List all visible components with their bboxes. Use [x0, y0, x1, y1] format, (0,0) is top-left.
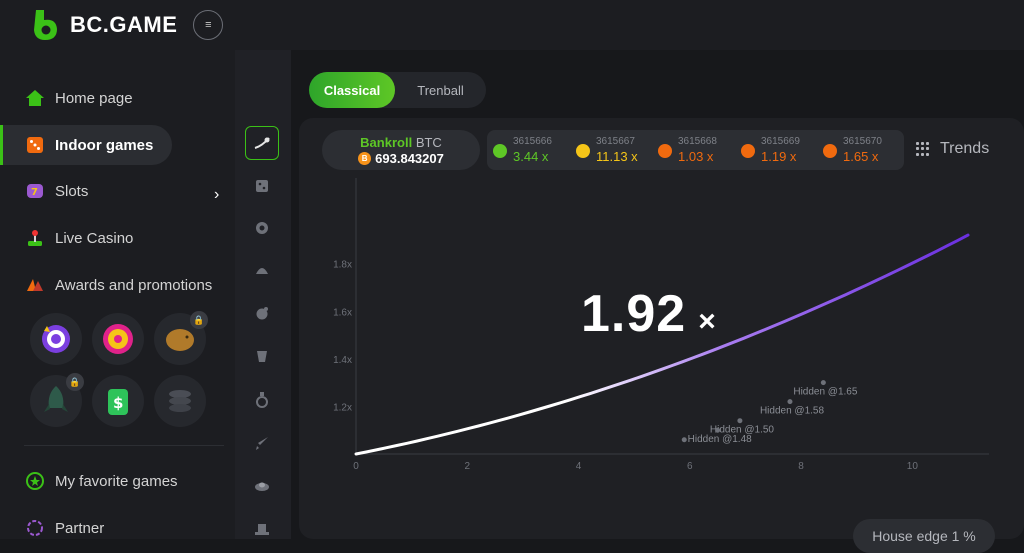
main-content: Classical Trenball Bankroll BTC B 693.84…: [291, 50, 1024, 553]
ufo-icon[interactable]: [245, 469, 279, 503]
hat-icon[interactable]: [245, 512, 279, 546]
house-edge-button[interactable]: House edge 1 %: [853, 519, 995, 553]
ring-icon[interactable]: [245, 383, 279, 417]
sidebar-item-awards[interactable]: Awards and promotions: [0, 265, 230, 305]
tab-classical[interactable]: Classical: [309, 72, 395, 108]
logo-icon: [34, 10, 57, 40]
coin-stack-icon: [169, 390, 191, 412]
logo[interactable]: BC.GAME: [30, 8, 177, 42]
y-tick-label: 1.8x: [333, 260, 352, 271]
crash-game-panel: Bankroll BTC B 693.843207 3615666 3.44 x…: [299, 118, 1024, 553]
hidden-marker-dot: [715, 427, 721, 433]
dice-icon: [24, 134, 46, 156]
sidebar-item-home[interactable]: Home page: [0, 78, 230, 118]
sidebar-item-label: Home page: [55, 89, 133, 107]
hidden-marker-label: Hidden @1.58: [760, 406, 825, 417]
hidden-marker-dot: [737, 418, 743, 424]
gift-icon: [24, 274, 46, 296]
sidebar-item-label: My favorite games: [55, 472, 178, 490]
svg-text:$: $: [113, 394, 123, 412]
current-multiplier: 1.92 ×: [581, 284, 717, 344]
sidebar-item-label: Slots: [55, 182, 89, 200]
tower-icon[interactable]: [245, 339, 279, 373]
joystick-icon: [24, 227, 46, 249]
dice-game-icon[interactable]: [245, 169, 279, 203]
sidebar-item-slots[interactable]: 7 Slots: [0, 171, 230, 211]
sidebar-item-label: Partner: [55, 519, 105, 537]
multiplier-suffix: ×: [698, 305, 717, 338]
hidden-marker-label: Hidden @1.65: [793, 387, 858, 398]
y-tick-label: 1.2x: [333, 402, 352, 413]
sidebar-item-favorites[interactable]: My favorite games: [0, 461, 230, 501]
sidebar-item-label: Live Casino: [55, 229, 134, 247]
slots-icon: 7: [24, 180, 46, 202]
promo-rocket[interactable]: 🔒: [30, 373, 84, 427]
mode-tabs: Classical Trenball: [309, 72, 486, 108]
promo-piggy[interactable]: 🔒: [154, 311, 208, 365]
hidden-marker-dot: [820, 380, 826, 386]
x-tick-label: 8: [798, 461, 804, 472]
piggy-bank-icon: [166, 329, 194, 351]
sidebar-item-live-casino[interactable]: Live Casino: [0, 218, 230, 258]
crash-icon[interactable]: [245, 126, 279, 160]
sword-icon[interactable]: [245, 426, 279, 460]
logo-text: BC.GAME: [70, 12, 178, 37]
home-icon: [24, 87, 46, 109]
sidebar-item-label: Indoor games: [55, 136, 154, 154]
menu-button[interactable]: ≡: [193, 10, 224, 40]
sidebar: Home page Indoor games › 7 Slots Live Ca…: [0, 50, 235, 539]
x-tick-label: 2: [464, 461, 470, 472]
sidebar-item-label: Awards and promotions: [55, 276, 213, 294]
hidden-marker-dot: [787, 399, 793, 405]
lock-icon: 🔒: [190, 311, 208, 329]
roulette-icon[interactable]: [245, 211, 279, 245]
promo-spin[interactable]: [30, 313, 82, 365]
sidebar-item-indoor-games[interactable]: Indoor games: [0, 125, 172, 165]
sidebar-item-partner[interactable]: Partner: [0, 508, 230, 548]
star-icon: [24, 470, 46, 492]
game-rail: [235, 50, 291, 539]
partner-icon: [24, 517, 46, 539]
promo-dollar[interactable]: $: [92, 375, 144, 427]
x-tick-label: 10: [907, 461, 919, 472]
plinko-icon[interactable]: [245, 296, 279, 330]
multiplier-value: 1.92: [581, 285, 687, 343]
promo-wheel[interactable]: [92, 313, 144, 365]
hidden-marker-label: Hidden @1.48: [688, 434, 753, 445]
promo-coins[interactable]: [154, 375, 206, 427]
lock-icon: 🔒: [66, 373, 84, 391]
spin-target-icon: [42, 325, 70, 353]
dollar-tag-icon: $: [108, 389, 128, 415]
hamburger-icon: ≡: [205, 19, 212, 31]
hidden-marker-dot: [681, 437, 687, 443]
x-tick-label: 6: [687, 461, 693, 472]
x-tick-label: 4: [576, 461, 582, 472]
sidebar-divider: [24, 445, 224, 446]
svg-text:7: 7: [31, 187, 38, 198]
multiplier-curve: [354, 233, 970, 456]
tab-trenball[interactable]: Trenball: [395, 72, 486, 108]
y-tick-label: 1.4x: [333, 355, 352, 366]
rocket-icon: [44, 386, 68, 412]
x-tick-label: 0: [353, 461, 359, 472]
mines-icon[interactable]: [245, 253, 279, 287]
top-bar: BC.GAME ≡: [0, 0, 1024, 50]
y-tick-label: 1.6x: [333, 307, 352, 318]
lucky-wheel-icon: [103, 324, 133, 354]
